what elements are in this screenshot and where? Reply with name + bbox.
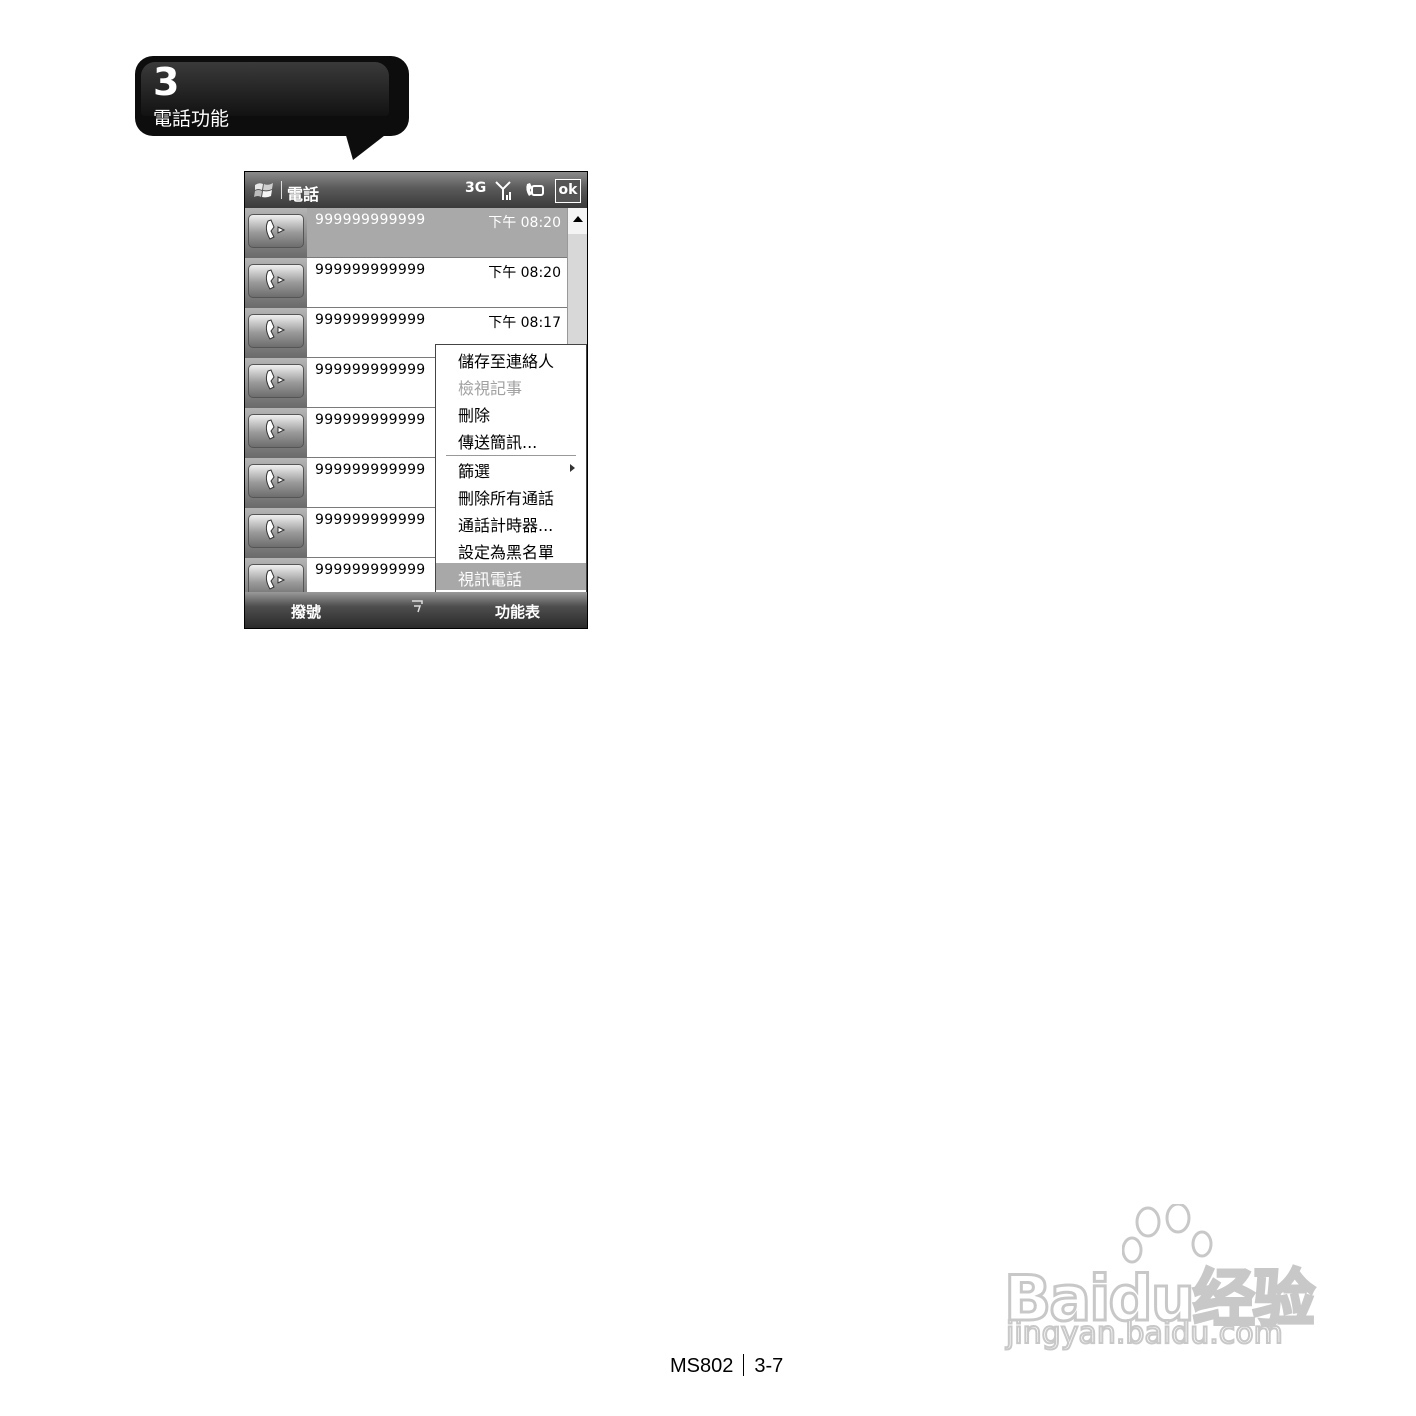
phone-status-icon[interactable] <box>523 180 545 200</box>
watermark: Baidu经验 jingyan.baidu.com <box>1003 1204 1334 1364</box>
phone-handset-icon <box>265 419 286 440</box>
call-button[interactable] <box>248 314 304 348</box>
menu-item-call-timers[interactable]: 通話計時器... <box>436 509 586 536</box>
scroll-up-button[interactable] <box>568 208 587 235</box>
context-menu: 儲存至連絡人 檢視記事 刪除 傳送簡訊... 篩選 刪除所有通話 通話計時器..… <box>435 344 587 594</box>
app-title: 電話 <box>287 185 320 204</box>
call-time: 下午 08:17 <box>488 315 561 331</box>
phone-handset-icon <box>265 369 286 390</box>
arrow-up-icon <box>573 216 583 222</box>
phone-screen: 電話 3G ok 999999999999 下午 08:20 999999999… <box>244 171 588 629</box>
menu-item-save-to-contacts[interactable]: 儲存至連絡人 <box>436 345 586 372</box>
call-number: 999999999999 <box>315 212 426 228</box>
chapter-badge: 3 電話功能 <box>135 56 409 136</box>
menu-item-view-note: 檢視記事 <box>458 379 523 398</box>
call-row[interactable]: 999999999999 下午 08:20 <box>245 258 567 308</box>
menu-item-send-sms[interactable]: 傳送簡訊... <box>436 426 586 453</box>
call-row[interactable]: 999999999999 下午 08:20 <box>245 208 567 258</box>
watermark-url: jingyan.baidu.com <box>1005 1315 1284 1352</box>
call-time: 下午 08:20 <box>488 265 561 281</box>
call-button[interactable] <box>248 514 304 548</box>
chapter-title: 電話功能 <box>153 108 230 130</box>
softkey-bar: 撥號 功能表 <box>245 592 587 628</box>
sip-keyboard-icon[interactable] <box>411 598 423 614</box>
menu-item-video-call[interactable]: 視訊電話 <box>436 563 586 590</box>
phone-handset-icon <box>265 319 286 340</box>
call-number: 999999999999 <box>315 312 426 328</box>
menu-item-filter[interactable]: 篩選 <box>436 455 586 482</box>
menu-item-set-blacklist[interactable]: 設定為黑名單 <box>436 536 586 563</box>
start-menu-icon[interactable] <box>253 179 275 201</box>
call-number: 999999999999 <box>315 262 426 278</box>
call-button[interactable] <box>248 264 304 298</box>
phone-handset-icon <box>265 519 286 540</box>
chapter-badge-tail <box>345 132 389 160</box>
signal-strength-icon[interactable] <box>495 181 513 201</box>
call-button[interactable] <box>248 364 304 398</box>
phone-handset-icon <box>265 269 286 290</box>
call-time: 下午 08:20 <box>488 215 561 231</box>
call-button[interactable] <box>248 214 304 248</box>
call-button[interactable] <box>248 414 304 448</box>
softkey-dial[interactable]: 撥號 <box>291 601 321 622</box>
chapter-number: 3 <box>153 60 180 104</box>
menu-item-delete[interactable]: 刪除 <box>436 399 586 426</box>
call-number: 999999999999 <box>315 462 426 478</box>
phone-handset-icon <box>265 219 286 240</box>
softkey-menu[interactable]: 功能表 <box>495 601 540 622</box>
title-bar: 電話 3G ok <box>245 172 587 208</box>
menu-item-delete-all-calls[interactable]: 刪除所有通話 <box>436 482 586 509</box>
submenu-arrow-icon <box>570 464 575 472</box>
call-number: 999999999999 <box>315 562 426 578</box>
phone-handset-icon <box>265 569 286 590</box>
call-number: 999999999999 <box>315 412 426 428</box>
page-footer: MS802 3-7 <box>670 1354 783 1378</box>
footer-model: MS802 <box>670 1355 734 1377</box>
call-button[interactable] <box>248 464 304 498</box>
network-3g-icon[interactable]: 3G <box>465 180 486 196</box>
call-number: 999999999999 <box>315 362 426 378</box>
call-number: 999999999999 <box>315 512 426 528</box>
ok-button[interactable]: ok <box>555 179 581 203</box>
footer-page-number: 3-7 <box>754 1355 784 1377</box>
phone-handset-icon <box>265 469 286 490</box>
